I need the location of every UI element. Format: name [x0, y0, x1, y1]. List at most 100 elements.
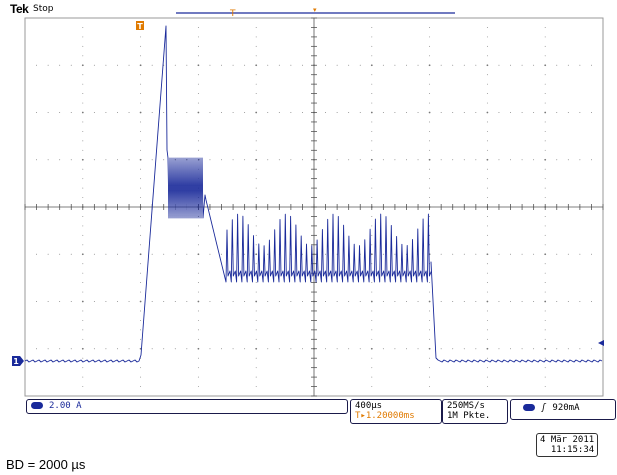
grid-dot: [209, 348, 211, 350]
grid-dot: [255, 178, 257, 180]
grid-dot: [197, 130, 199, 132]
grid-dot: [197, 338, 199, 340]
grid-dot: [82, 93, 84, 95]
grid-dot: [544, 158, 547, 161]
trigger-level: 920mA: [552, 403, 580, 413]
grid-dot: [348, 301, 350, 302]
grid-dot: [232, 301, 234, 302]
grid-dot: [463, 112, 465, 113]
grid-dot: [371, 263, 373, 265]
grid-dot: [521, 64, 523, 66]
grid-dot: [567, 253, 569, 255]
grid-dot: [394, 112, 396, 113]
grid-dot: [452, 301, 454, 302]
grid-dot: [209, 253, 211, 255]
grid-dot: [163, 253, 165, 255]
grid-dot: [197, 225, 199, 227]
grid-dot: [186, 253, 188, 255]
grid-dot: [370, 347, 373, 350]
grid-dot: [429, 282, 431, 284]
grid-dot: [82, 263, 84, 265]
grid-dot: [36, 64, 38, 66]
grid-dot: [117, 253, 118, 255]
timebase-panel[interactable]: 400µs T▸1.20000ms: [350, 399, 442, 424]
grid-dot: [105, 301, 107, 302]
grid-dot: [429, 178, 431, 180]
grid-dot: [255, 347, 258, 350]
grid-dot: [475, 348, 477, 350]
grid-dot: [486, 74, 488, 76]
grid-dot: [429, 310, 431, 312]
grid-dot: [394, 301, 396, 302]
grid-dot: [417, 112, 419, 113]
grid-dot: [128, 301, 130, 302]
grid-dot: [371, 74, 373, 76]
grid-dot: [70, 301, 72, 302]
grid-dot: [105, 64, 107, 66]
grid-dot: [244, 64, 246, 66]
grid-dot: [359, 301, 361, 302]
trigger-source-icon: [523, 404, 535, 411]
grid-dot: [128, 112, 130, 113]
grid-dot: [267, 253, 269, 255]
grid-dot: [174, 64, 176, 66]
grid-dot: [544, 197, 546, 198]
grid-dot: [151, 64, 153, 66]
acquisition-panel[interactable]: 250MS/s 1M Pkte.: [442, 399, 508, 424]
grid-dot: [486, 319, 488, 321]
grid-dot: [348, 112, 350, 113]
grid-dot: [82, 168, 84, 170]
grid-dot: [140, 93, 142, 95]
grid-dot: [140, 36, 142, 38]
grid-dot: [59, 159, 61, 161]
grid-dot: [544, 102, 546, 104]
grid-dot: [163, 112, 165, 113]
grid-dot: [82, 376, 84, 378]
grid-dot: [255, 338, 257, 340]
acquisition-state: Stop: [33, 4, 54, 14]
trigger-position-value: 1.20000ms: [365, 411, 415, 421]
grid-dot: [417, 348, 419, 350]
grid-dot: [255, 74, 257, 76]
grid-dot: [82, 178, 84, 180]
grid-dot: [197, 36, 199, 38]
trigger-panel[interactable]: ʃ 920mA: [510, 399, 616, 420]
grid-dot: [301, 348, 303, 350]
grid-dot: [290, 112, 292, 113]
grid-dot: [486, 111, 489, 114]
grid-dot: [140, 319, 142, 321]
grid-dot: [544, 386, 546, 387]
grid-dot: [452, 112, 454, 113]
grid-dot: [151, 159, 153, 161]
grid-dot: [371, 178, 373, 180]
grid-dot: [82, 187, 84, 189]
grid-dot: [139, 253, 142, 256]
grid-dot: [429, 338, 431, 340]
grid-dot: [139, 64, 142, 67]
grid-dot: [336, 64, 338, 66]
grid-dot: [382, 112, 384, 113]
grid-dot: [371, 27, 373, 28]
grid-dot: [336, 348, 338, 350]
grid-dot: [370, 300, 373, 303]
grid-dot: [174, 348, 176, 350]
grid-dot: [429, 149, 431, 151]
ch1-scale-panel[interactable]: 2.00 A: [26, 399, 348, 414]
grid-dot: [486, 178, 488, 180]
grid-dot: [544, 319, 546, 321]
grid-dot: [428, 64, 431, 67]
grid-dot: [371, 140, 373, 142]
grid-dot: [428, 300, 431, 303]
grid-dot: [429, 121, 431, 123]
grid-dot: [151, 112, 153, 113]
grid-dot: [93, 159, 95, 161]
grid-dot: [382, 159, 384, 161]
grid-dot: [371, 121, 373, 123]
grid-dot: [429, 45, 431, 47]
grid-dot: [544, 272, 546, 274]
grid-dot: [82, 36, 84, 38]
grid-dot: [463, 253, 465, 255]
grid-dot: [244, 112, 246, 113]
grid-dot: [533, 348, 535, 350]
grid-dot: [140, 55, 142, 57]
